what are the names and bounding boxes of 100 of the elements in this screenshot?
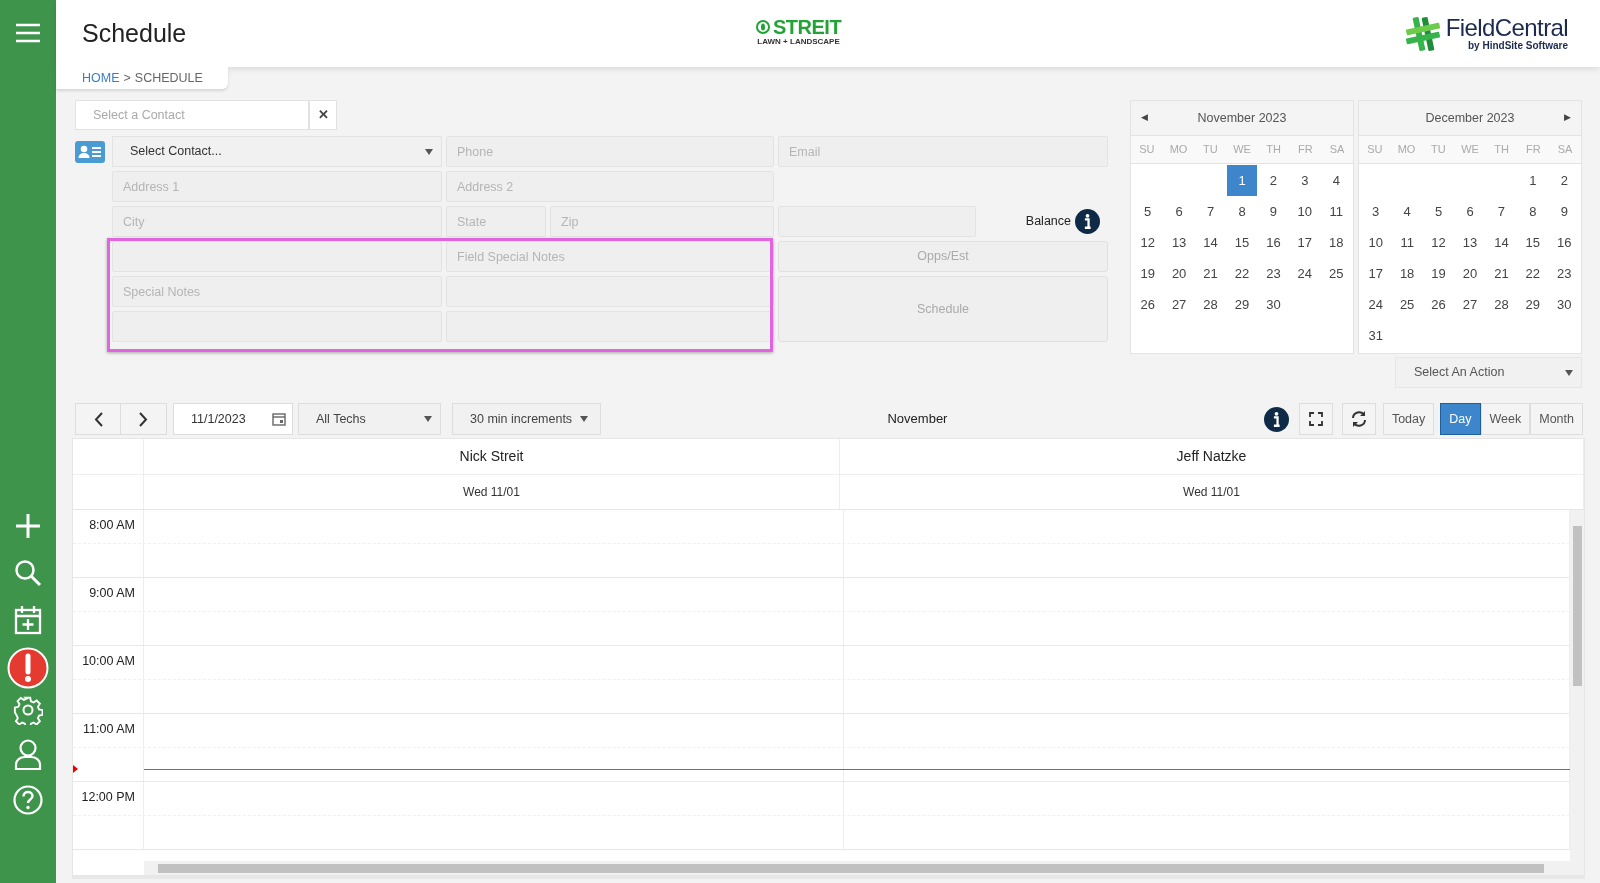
calendar-day[interactable]: 29 [1517,289,1549,320]
increments-select[interactable]: 30 min increments [452,403,601,435]
calendar-day[interactable]: 21 [1194,258,1227,289]
calendar-day[interactable]: 19 [1132,258,1164,289]
calendar-day[interactable]: 11 [1320,196,1352,227]
calendar-day[interactable]: 22 [1517,258,1549,289]
calendar-day[interactable]: 8 [1517,196,1549,227]
address-field[interactable]: Address 2 [446,171,774,202]
calendar-day[interactable]: 27 [1454,289,1486,320]
calendar-day[interactable]: 5 [1132,196,1164,227]
calendar-day[interactable]: 10 [1360,227,1392,258]
date-field[interactable]: 11/1/2023 [173,403,293,435]
calendar-day[interactable]: 13 [1454,227,1486,258]
calendar-day[interactable]: 1 [1517,165,1549,196]
techs-select[interactable]: All Techs [298,403,441,435]
phone-field[interactable]: Phone [446,136,774,167]
calendar-day[interactable]: 8 [1226,196,1258,227]
add-icon[interactable] [15,513,41,539]
calendar-day[interactable]: 10 [1289,196,1321,227]
view-tab[interactable]: Day [1440,403,1481,435]
search-icon[interactable] [14,559,42,587]
calendar-day[interactable]: 4 [1320,165,1352,196]
settings-icon[interactable] [13,695,43,725]
calendar-day[interactable]: 20 [1454,258,1486,289]
refresh-button[interactable] [1341,403,1376,435]
calendar-day[interactable]: 14 [1194,227,1227,258]
calendar-day[interactable]: 12 [1132,227,1164,258]
calendar-day[interactable]: 9 [1257,196,1290,227]
vertical-scrollbar[interactable] [1570,510,1584,861]
calendar-day[interactable]: 15 [1517,227,1549,258]
calendar-day[interactable]: 17 [1360,258,1392,289]
view-tab[interactable]: Month [1530,403,1583,435]
notes-field[interactable] [446,311,774,342]
calendar-day[interactable]: 5 [1422,196,1455,227]
calendar-day[interactable]: 6 [1163,196,1195,227]
zip-field[interactable]: Zip [550,206,774,237]
calendar-day[interactable]: 30 [1548,289,1580,320]
email-field[interactable]: Email [778,136,1108,167]
calendar-day[interactable]: 30 [1257,289,1290,320]
calendar-day[interactable]: 28 [1194,289,1227,320]
calendar-day[interactable]: 15 [1226,227,1258,258]
breadcrumb-link[interactable]: HOME [82,68,120,88]
special-notes-field[interactable]: Special Notes [112,276,442,307]
calendar-day[interactable]: 7 [1194,196,1227,227]
view-tab[interactable]: Week [1480,403,1531,435]
calendar-day[interactable]: 28 [1485,289,1518,320]
action-select[interactable]: Select An Action [1395,357,1582,388]
alert-icon[interactable] [7,647,49,689]
calendar-day[interactable]: 18 [1320,227,1352,258]
calendar-day[interactable]: 29 [1226,289,1258,320]
calendar-day[interactable]: 17 [1289,227,1321,258]
calendar-day[interactable]: 12 [1422,227,1455,258]
calendar-day[interactable]: 21 [1485,258,1518,289]
horizontal-scrollbar[interactable] [144,861,1584,875]
help-icon[interactable] [13,785,43,815]
calendar-day[interactable]: 2 [1257,165,1290,196]
calendar-day[interactable]: 24 [1360,289,1392,320]
state-field[interactable]: State [446,206,546,237]
contact-select[interactable]: Select Contact... [112,136,442,167]
calendar-day[interactable]: 23 [1257,258,1290,289]
calendar-day[interactable]: 25 [1391,289,1423,320]
calendar-day[interactable]: 3 [1289,165,1321,196]
view-tab[interactable]: Today [1382,403,1435,435]
calendar-day[interactable]: 11 [1391,227,1423,258]
calendar-day[interactable]: 13 [1163,227,1195,258]
calendar-day[interactable]: 16 [1548,227,1580,258]
calendar-day[interactable]: 16 [1257,227,1290,258]
city-field[interactable]: City [112,206,442,237]
calendar-day[interactable]: 14 [1485,227,1518,258]
calendar-day[interactable]: 4 [1391,196,1423,227]
next-month-button[interactable]: ▶ [1564,111,1571,125]
clear-button[interactable]: ✕ [309,100,337,130]
calendar-day[interactable]: 27 [1163,289,1195,320]
calendar-day[interactable]: 3 [1360,196,1392,227]
contact-card-icon[interactable] [75,140,105,163]
calendar-day[interactable]: 20 [1163,258,1195,289]
user-icon[interactable] [14,739,42,771]
calendar-day[interactable]: 25 [1320,258,1352,289]
menu-icon[interactable] [15,22,41,44]
fullscreen-button[interactable] [1298,403,1333,435]
calendar-day[interactable]: 6 [1454,196,1486,227]
notes-field[interactable] [112,241,442,272]
address-field[interactable]: Address 1 [112,171,442,202]
calendar-day[interactable]: 9 [1548,196,1580,227]
notes-field[interactable] [446,276,774,307]
calendar-day[interactable]: 1 [1227,165,1257,196]
field-notes-field[interactable]: Field Special Notes [446,241,774,272]
previous-month-button[interactable]: ◀ [1141,111,1148,125]
calendar-day[interactable]: 26 [1422,289,1455,320]
calendar-day[interactable]: 23 [1548,258,1580,289]
calendar-day[interactable]: 22 [1226,258,1258,289]
calendar-day[interactable]: 7 [1485,196,1518,227]
info-icon[interactable] [1075,209,1100,234]
calendar-day[interactable]: 18 [1391,258,1423,289]
calendar-day[interactable]: 24 [1289,258,1321,289]
calendar-day[interactable]: 31 [1360,320,1392,351]
contact-search-field[interactable]: Select a Contact [75,100,309,130]
info-icon[interactable] [1263,406,1289,432]
calendar-add-icon[interactable] [14,605,42,635]
calendar-day[interactable]: 26 [1132,289,1164,320]
